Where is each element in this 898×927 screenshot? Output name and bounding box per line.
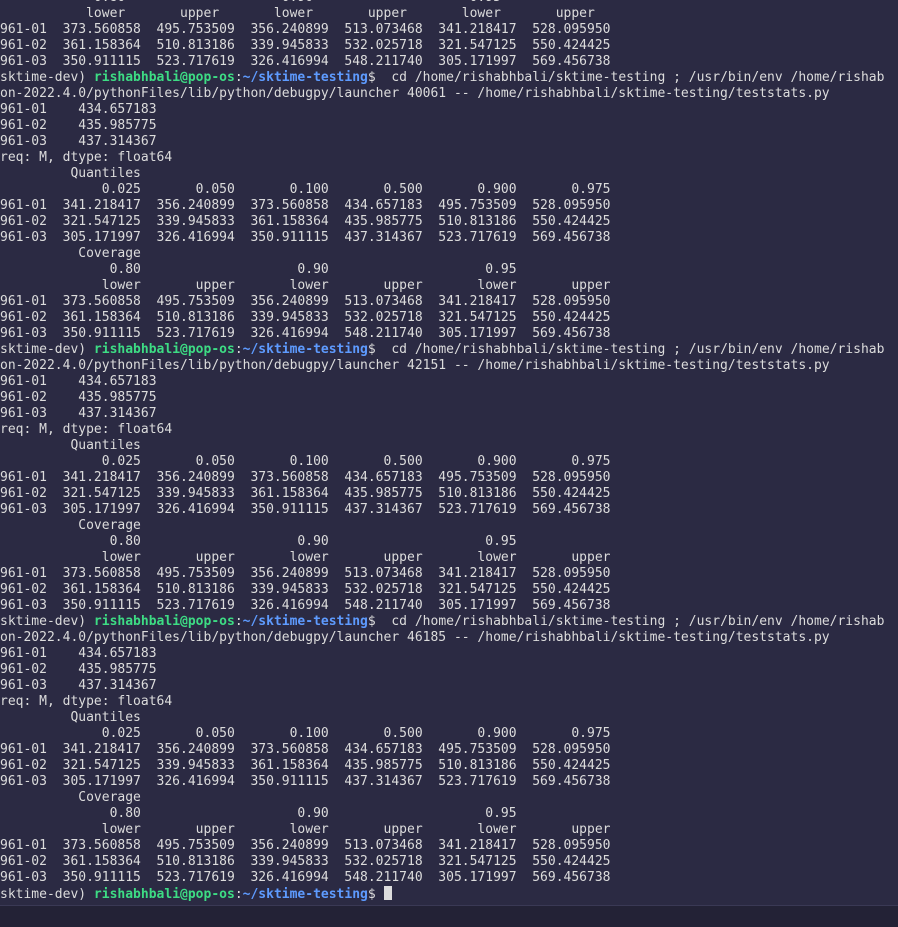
prompt-path: ~/sktime-testing — [242, 70, 368, 85]
prompt-line: sktime-dev) rishabhbali@pop-os:~/sktime-… — [0, 614, 898, 630]
output-line: 961-03 350.911115 523.717619 326.416994 … — [0, 54, 611, 69]
output-line: 0.025 0.050 0.100 0.500 0.900 0.975 — [0, 726, 611, 741]
output-line: 961-01 341.218417 356.240899 373.560858 … — [0, 470, 611, 485]
output-line: on-2022.4.0/pythonFiles/lib/python/debug… — [0, 358, 830, 373]
output-line: 961-02 435.985775 — [0, 390, 157, 405]
output-line: 0.80 0.90 0.95 — [0, 806, 517, 821]
output-line: 961-03 305.171997 326.416994 350.911115 … — [0, 502, 611, 517]
output-line: 961-01 373.560858 495.753509 356.240899 … — [0, 566, 611, 581]
prompt-line: sktime-dev) rishabhbali@pop-os:~/sktime-… — [0, 886, 898, 902]
output-line: on-2022.4.0/pythonFiles/lib/python/debug… — [0, 630, 830, 645]
prompt-separator: : — [234, 614, 243, 629]
output-line: lower upper lower upper lower upper — [0, 822, 611, 837]
output-line: 0.80 0.90 0.95 — [0, 262, 517, 277]
output-line: Quantiles — [0, 710, 141, 725]
text-cursor[interactable] — [383, 886, 392, 900]
prompt-line: sktime-dev) rishabhbali@pop-os:~/sktime-… — [0, 342, 898, 358]
output-line: Quantiles — [0, 438, 141, 453]
output-line: 961-01 373.560858 495.753509 356.240899 … — [0, 838, 611, 853]
prompt-env: sktime-dev) — [0, 70, 94, 85]
prompt-env: sktime-dev) — [0, 614, 94, 629]
prompt-path: ~/sktime-testing — [242, 887, 368, 902]
output-line: 961-01 373.560858 495.753509 356.240899 … — [0, 294, 611, 309]
prompt-env: sktime-dev) — [0, 887, 94, 902]
prompt-user: rishabhbali@pop-os — [93, 614, 235, 629]
output-line: 961-02 361.158364 510.813186 339.945833 … — [0, 854, 611, 869]
output-line: 961-02 361.158364 510.813186 339.945833 … — [0, 582, 611, 597]
output-line: 961-03 350.911115 523.717619 326.416994 … — [0, 598, 611, 613]
prompt-user: rishabhbali@pop-os — [93, 887, 235, 902]
output-line: 961-03 305.171997 326.416994 350.911115 … — [0, 230, 611, 245]
output-line: 961-03 437.314367 — [0, 406, 157, 421]
output-line: lower upper lower upper lower upper — [0, 6, 595, 21]
output-line: Quantiles — [0, 166, 141, 181]
prompt-user: rishabhbali@pop-os — [93, 342, 235, 357]
output-line: on-2022.4.0/pythonFiles/lib/python/debug… — [0, 86, 830, 101]
output-line: 961-03 305.171997 326.416994 350.911115 … — [0, 774, 611, 789]
prompt-line: sktime-dev) rishabhbali@pop-os:~/sktime-… — [0, 70, 898, 86]
output-line: 961-02 435.985775 — [0, 118, 157, 133]
prompt-symbol: $ — [367, 70, 376, 85]
terminal-window[interactable]: 0.80 0.90 0.95 lower upper lower upper l… — [0, 0, 898, 905]
prompt-separator: : — [234, 887, 243, 902]
prompt-separator: : — [234, 70, 243, 85]
output-line: 961-02 321.547125 339.945833 361.158364 … — [0, 214, 611, 229]
prompt-path: ~/sktime-testing — [242, 342, 368, 357]
prompt-env: sktime-dev) — [0, 342, 94, 357]
output-line: req: M, dtype: float64 — [0, 422, 173, 437]
prompt-user: rishabhbali@pop-os — [93, 70, 235, 85]
prompt-path: ~/sktime-testing — [242, 614, 368, 629]
prompt-symbol: $ — [367, 887, 376, 902]
output-line: 961-03 437.314367 — [0, 134, 157, 149]
output-line: 0.025 0.050 0.100 0.500 0.900 0.975 — [0, 454, 611, 469]
terminal-output: 0.80 0.90 0.95 lower upper lower upper l… — [0, 0, 898, 902]
output-line: 961-02 361.158364 510.813186 339.945833 … — [0, 310, 611, 325]
output-line: 961-01 434.657183 — [0, 646, 157, 661]
output-line: Coverage — [0, 246, 141, 261]
prompt-command — [376, 887, 384, 902]
output-line: 0.025 0.050 0.100 0.500 0.900 0.975 — [0, 182, 611, 197]
output-line: 961-02 321.547125 339.945833 361.158364 … — [0, 486, 611, 501]
output-line: 961-01 434.657183 — [0, 102, 157, 117]
prompt-command: cd /home/rishabhbali/sktime-testing ; /u… — [375, 342, 885, 357]
output-line: 961-02 321.547125 339.945833 361.158364 … — [0, 758, 611, 773]
output-line: Coverage — [0, 518, 141, 533]
output-line: lower upper lower upper lower upper — [0, 278, 611, 293]
output-line: req: M, dtype: float64 — [0, 694, 173, 709]
output-line: 961-01 341.218417 356.240899 373.560858 … — [0, 198, 611, 213]
output-line: 0.80 0.90 0.95 — [0, 534, 517, 549]
prompt-symbol: $ — [367, 342, 376, 357]
output-line: 961-01 341.218417 356.240899 373.560858 … — [0, 742, 611, 757]
prompt-command: cd /home/rishabhbali/sktime-testing ; /u… — [375, 70, 885, 85]
output-line: 961-02 361.158364 510.813186 339.945833 … — [0, 38, 611, 53]
output-line: 961-01 373.560858 495.753509 356.240899 … — [0, 22, 611, 37]
terminal-status-bar — [0, 905, 898, 927]
prompt-separator: : — [234, 342, 243, 357]
output-line: 961-01 434.657183 — [0, 374, 157, 389]
output-line: req: M, dtype: float64 — [0, 150, 173, 165]
output-line: 961-02 435.985775 — [0, 662, 157, 677]
output-line: Coverage — [0, 790, 141, 805]
prompt-command: cd /home/rishabhbali/sktime-testing ; /u… — [375, 614, 885, 629]
output-line: 961-03 350.911115 523.717619 326.416994 … — [0, 870, 611, 885]
output-line: 961-03 437.314367 — [0, 678, 157, 693]
output-line: lower upper lower upper lower upper — [0, 550, 611, 565]
prompt-symbol: $ — [367, 614, 376, 629]
output-line: 961-03 350.911115 523.717619 326.416994 … — [0, 326, 611, 341]
